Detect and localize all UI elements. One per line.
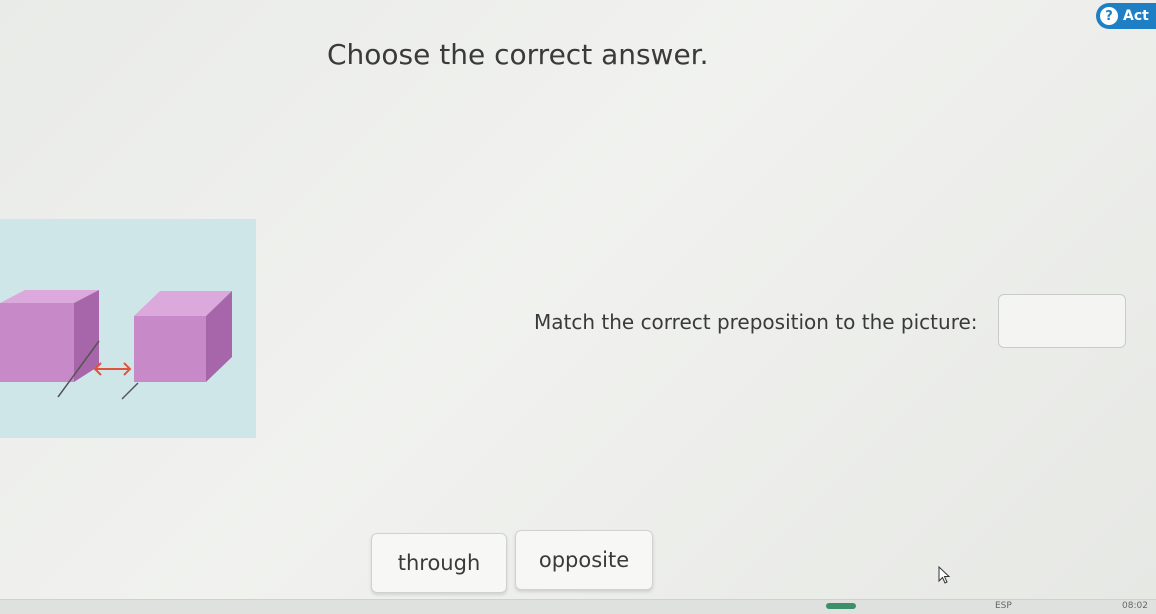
taskbar-language[interactable]: ESP [995, 601, 1012, 611]
guide-line-right [121, 382, 139, 400]
double-arrow-icon [93, 362, 132, 376]
right-cube-front [134, 316, 206, 382]
activity-badge[interactable]: ? Act [1096, 3, 1156, 29]
taskbar-app-icon[interactable] [826, 603, 856, 609]
preposition-picture [0, 219, 256, 438]
mouse-cursor-icon [938, 566, 951, 584]
choice-through-button[interactable]: through [371, 533, 507, 593]
left-cube-front [0, 303, 74, 382]
choice-opposite-button[interactable]: opposite [515, 530, 653, 590]
badge-label: Act [1123, 8, 1149, 24]
taskbar-clock[interactable]: 08:02 [1122, 601, 1148, 611]
question-prompt: Match the correct preposition to the pic… [534, 310, 978, 334]
answer-drop-slot[interactable] [998, 294, 1126, 348]
help-icon: ? [1100, 7, 1118, 25]
question-title: Choose the correct answer. [327, 38, 709, 71]
two-cubes-illustration [0, 290, 232, 400]
taskbar: ESP 08:02 [0, 599, 1156, 614]
